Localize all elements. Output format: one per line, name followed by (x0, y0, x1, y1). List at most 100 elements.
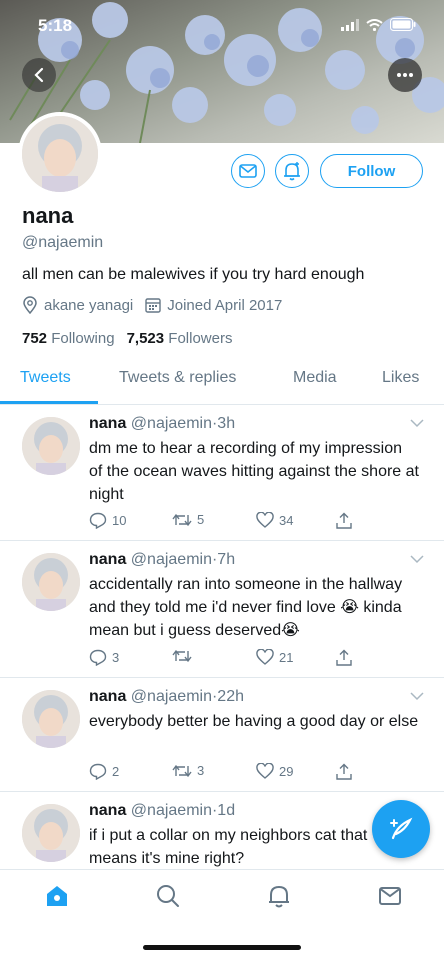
retweet-count: 5 (197, 512, 205, 527)
share-button[interactable] (336, 763, 352, 780)
tweet[interactable]: nana @najaemin·3h dm me to hear a record… (0, 405, 444, 541)
tweet-text: everybody better be having a good day or… (89, 713, 419, 730)
status-time: 5:18 (38, 16, 73, 35)
compose-button[interactable] (372, 800, 430, 858)
tweet-text: accidentally ran into someone in the hal… (89, 576, 403, 639)
profile-avatar[interactable] (18, 112, 102, 196)
tweet-time: 22h (217, 688, 244, 705)
tweet-name: nana (89, 802, 127, 819)
tweet-header: nana @najaemin·22h (89, 688, 244, 705)
reply-count: 3 (112, 650, 120, 665)
retweet-icon (172, 513, 192, 526)
like-button[interactable]: 34 (256, 512, 293, 528)
tweet-avatar[interactable] (22, 690, 80, 748)
location-pin-icon (23, 296, 37, 314)
battery-icon (390, 18, 416, 31)
profile-tabs: Tweets Tweets & replies Media Likes (0, 358, 444, 405)
notify-button[interactable] (275, 154, 309, 188)
share-button[interactable] (336, 649, 352, 666)
display-name: nana (22, 203, 74, 228)
reply-icon (89, 649, 107, 666)
tweet-actions: 10 5 34 (89, 512, 369, 532)
tweet[interactable]: nana @najaemin·22h everybody better be h… (0, 678, 444, 792)
tweet-avatar[interactable] (22, 417, 80, 475)
reply-icon (89, 512, 107, 529)
reply-button[interactable]: 2 (89, 763, 119, 780)
tweet-text: dm me to hear a recording of my impressi… (89, 440, 419, 503)
status-bar: 5:18 (0, 0, 444, 48)
avatar-image (22, 116, 98, 192)
tweet-name: nana (89, 688, 127, 705)
bell-icon[interactable] (267, 884, 291, 908)
share-button[interactable] (336, 512, 352, 529)
like-button[interactable]: 29 (256, 763, 293, 779)
bio: all men can be malewives if you try hard… (22, 266, 365, 283)
status-icons (341, 18, 416, 31)
tweet-avatar[interactable] (22, 553, 80, 611)
reply-icon (89, 763, 107, 780)
tweet-actions: 2 3 29 (89, 763, 369, 783)
avatar-image (22, 690, 80, 748)
reply-button[interactable]: 3 (89, 649, 119, 666)
retweet-button[interactable] (172, 649, 197, 663)
retweet-icon (172, 764, 192, 777)
home-indicator (143, 945, 301, 950)
follow-button[interactable]: Follow (320, 154, 423, 188)
more-button[interactable] (388, 58, 422, 92)
avatar-image (22, 553, 80, 611)
heart-icon (256, 512, 274, 528)
like-count: 29 (279, 763, 294, 779)
search-icon[interactable] (156, 884, 180, 908)
like-count: 34 (279, 512, 294, 528)
like-button[interactable]: 21 (256, 649, 293, 665)
tab-tweets-replies[interactable]: Tweets & replies (119, 369, 236, 387)
tweet-header: nana @najaemin·7h (89, 551, 236, 568)
followers-link[interactable]: 7,523 Followers (127, 330, 233, 347)
more-icon (397, 73, 413, 77)
following-count: 752 (22, 330, 48, 347)
tab-media[interactable]: Media (293, 369, 337, 387)
join-date-text: Joined April 2017 (167, 296, 283, 314)
follow-counts: 752 Following 7,523 Followers (22, 330, 232, 347)
tweet-header: nana @najaemin·1d (89, 802, 236, 819)
following-label: Following (51, 330, 115, 347)
envelope-icon[interactable] (378, 884, 402, 908)
avatar-image (22, 804, 80, 862)
retweet-button[interactable]: 3 (172, 763, 204, 778)
tweet-actions: 3 21 (89, 649, 369, 669)
tweet-handle: @najaemin (130, 688, 212, 705)
tweet-avatar[interactable] (22, 804, 80, 862)
location: akane yanagi (22, 296, 133, 314)
home-icon[interactable] (45, 884, 69, 908)
tweet-handle: @najaemin (130, 551, 212, 568)
tweet[interactable]: nana @najaemin·7h accidentally ran into … (0, 541, 444, 678)
profile-meta: akane yanagi Joined April 2017 (22, 296, 294, 314)
tab-tweets[interactable]: Tweets (20, 369, 71, 387)
chevron-down-icon[interactable] (410, 419, 424, 428)
handle: @najaemin (22, 234, 104, 251)
tweet-time: 1d (217, 802, 236, 819)
reply-count: 2 (112, 764, 120, 779)
bell-plus-icon (284, 162, 300, 181)
following-link[interactable]: 752 Following (22, 330, 115, 347)
retweet-button[interactable]: 5 (172, 512, 204, 527)
chevron-left-icon (34, 67, 44, 83)
reply-button[interactable]: 10 (89, 512, 126, 529)
chevron-down-icon[interactable] (410, 555, 424, 564)
tweet-time: 7h (217, 551, 236, 568)
signal-icon (341, 18, 359, 31)
retweet-icon (172, 649, 192, 663)
tab-likes[interactable]: Likes (382, 369, 419, 387)
tweet-name: nana (89, 415, 127, 432)
calendar-icon (145, 298, 161, 313)
chevron-down-icon[interactable] (410, 692, 424, 701)
location-text: akane yanagi (44, 296, 134, 314)
wifi-icon (366, 18, 383, 31)
share-icon (336, 649, 352, 666)
tweet-time: 3h (217, 415, 236, 432)
active-tab-indicator (0, 401, 98, 404)
message-button[interactable] (231, 154, 265, 188)
tweet-text: if i put a collar on my neighbors cat th… (89, 827, 368, 867)
back-button[interactable] (22, 58, 56, 92)
tweet-handle: @najaemin (130, 802, 212, 819)
